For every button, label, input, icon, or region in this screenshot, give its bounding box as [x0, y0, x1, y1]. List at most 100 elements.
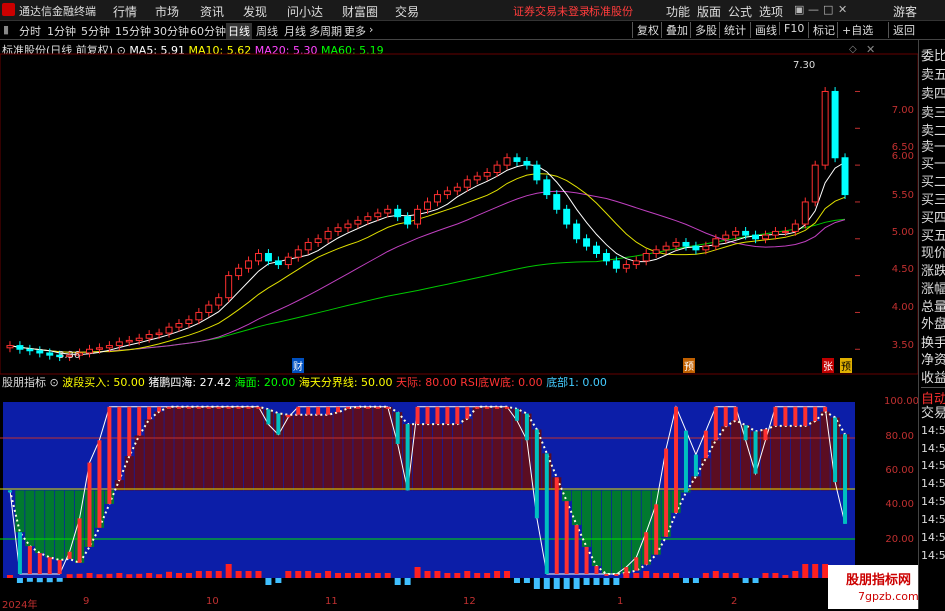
vol-bar-3 [36, 578, 43, 583]
menu-banmian[interactable]: 版面 [697, 3, 721, 20]
top-menu-bar: 通达信金融终端 行情 市场 资讯 发现 问小达 财富圈 交易 证券交易未登录 标… [0, 0, 945, 21]
menu-zixun[interactable]: 资讯 [200, 3, 224, 20]
osc-bar-57 [574, 525, 579, 574]
chart-canvas[interactable] [0, 40, 918, 609]
red-band-28 [283, 414, 293, 491]
indicator-settings-icon[interactable]: ⊙ [50, 376, 59, 389]
ind-zhupeng: 猪鹏四海: 27.42 [148, 376, 232, 389]
green-band-60 [601, 490, 612, 574]
period-more[interactable]: 更多 [344, 23, 366, 39]
tool-zixuan[interactable]: +自选 [837, 22, 873, 38]
period-15min[interactable]: 15分钟 [115, 23, 151, 39]
rp-sell5: 卖五 [921, 68, 945, 83]
event-marker-yu2[interactable]: 预 [840, 358, 852, 373]
menu-xuanxiang[interactable]: 选项 [759, 3, 783, 20]
event-marker-yu[interactable]: 预 [683, 358, 695, 373]
event-marker-zhang[interactable]: 张 [822, 358, 834, 373]
vol-bar-31 [315, 573, 322, 578]
tool-fuquan[interactable]: 复权 [632, 22, 659, 38]
green-band-62 [621, 490, 631, 574]
tool-diejia[interactable]: 叠加 [661, 22, 688, 38]
period-60min[interactable]: 60分钟 [190, 23, 226, 39]
period-daily[interactable]: 日线 [226, 23, 252, 39]
candle-body-45 [453, 186, 461, 192]
red-band-20 [204, 406, 214, 491]
rp-weibi: 委比 [921, 49, 945, 64]
candle-body-70 [702, 245, 710, 251]
candle-body-72 [722, 234, 730, 240]
period-5min[interactable]: 5分钟 [81, 23, 110, 39]
menu-wenxiaoda[interactable]: 问小达 [287, 3, 323, 20]
red-band-47 [472, 406, 482, 491]
rp-time-5: 14:56 [921, 495, 945, 508]
tool-f10[interactable]: F10 [779, 22, 804, 35]
vol-bar-57 [573, 578, 580, 589]
rp-time-2: 14:56 [921, 442, 945, 455]
login-status[interactable]: 证券交易未登录 [513, 3, 590, 19]
osc-bar-36 [365, 406, 370, 409]
candle-body-56 [563, 208, 571, 225]
candle-body-20 [205, 304, 213, 313]
menu-hangqing[interactable]: 行情 [113, 3, 137, 20]
period-1min[interactable]: 1分钟 [47, 23, 76, 39]
menu-jiaoyi[interactable]: 交易 [395, 3, 419, 20]
settings-icon[interactable]: ▣ [794, 3, 804, 16]
vol-bar-24 [245, 571, 252, 578]
tool-duogu[interactable]: 多股 [690, 22, 717, 38]
candle-body-64 [642, 253, 650, 262]
candle-body-74 [742, 230, 750, 236]
app-logo-icon [2, 3, 15, 16]
osc-bar-76 [763, 429, 768, 441]
candle-body-61 [612, 260, 620, 269]
osc-bar-27 [276, 413, 281, 435]
osc-bar-78 [783, 406, 788, 426]
menu-caifuquan[interactable]: 财富圈 [342, 3, 378, 20]
guest-button[interactable]: 游客 [893, 3, 917, 20]
osc-bar-68 [683, 430, 688, 493]
menu-faxian[interactable]: 发现 [243, 3, 267, 20]
candle-body-69 [692, 245, 700, 251]
period-weekly[interactable]: 周线 [256, 23, 278, 39]
osc-bar-32 [326, 406, 331, 415]
osc-bar-65 [654, 504, 659, 555]
period-multi[interactable]: 多周期 [309, 23, 342, 39]
candle-body-39 [394, 208, 402, 218]
vol-bar-21 [215, 571, 222, 578]
candle-body-78 [781, 230, 789, 233]
toolbar-toggle-icon[interactable]: ▮ [3, 23, 9, 36]
period-monthly[interactable]: 月线 [284, 23, 306, 39]
menu-gongneng[interactable]: 功能 [666, 3, 690, 20]
tool-huaxian[interactable]: 画线 [750, 22, 777, 38]
rp-sell4: 卖四 [921, 87, 945, 102]
tool-fanhui[interactable]: 返回 [888, 22, 915, 38]
vol-bar-78 [782, 575, 789, 578]
osc-bar-56 [564, 501, 569, 574]
minimize-icon[interactable]: — [808, 3, 819, 16]
ind-fenjie: 海天分界线: 50.00 [298, 376, 393, 389]
green-band-4 [45, 490, 55, 558]
rp-trade[interactable]: 交易 [921, 402, 945, 421]
period-fenshi[interactable]: 分时 [19, 23, 41, 39]
candle-body-30 [304, 241, 312, 251]
red-band-22 [224, 406, 234, 491]
y-label-6: 6.00 [891, 151, 914, 162]
tool-biaoji[interactable]: 标记 [808, 22, 835, 38]
event-marker-cai[interactable]: 财 [292, 358, 304, 373]
close-icon[interactable]: ✕ [838, 3, 847, 16]
green-band-56 [562, 490, 572, 502]
candle-body-42 [424, 201, 431, 210]
tool-tongji[interactable]: 统计 [719, 22, 746, 38]
menu-shichang[interactable]: 市场 [155, 3, 179, 20]
more-chevron-icon[interactable]: › [369, 23, 373, 36]
period-30min[interactable]: 30分钟 [153, 23, 189, 39]
osc-bar-0 [7, 490, 12, 493]
menu-gongshi[interactable]: 公式 [728, 3, 752, 20]
maximize-icon[interactable]: □ [823, 3, 833, 16]
vol-bar-11 [116, 573, 123, 578]
osc-bar-23 [236, 406, 241, 409]
candle-body-60 [602, 253, 610, 262]
candle-body-53 [533, 164, 541, 181]
rp-time-1: 14:56 [921, 424, 945, 437]
vol-bar-7 [76, 573, 83, 578]
osc-bar-80 [803, 406, 808, 426]
